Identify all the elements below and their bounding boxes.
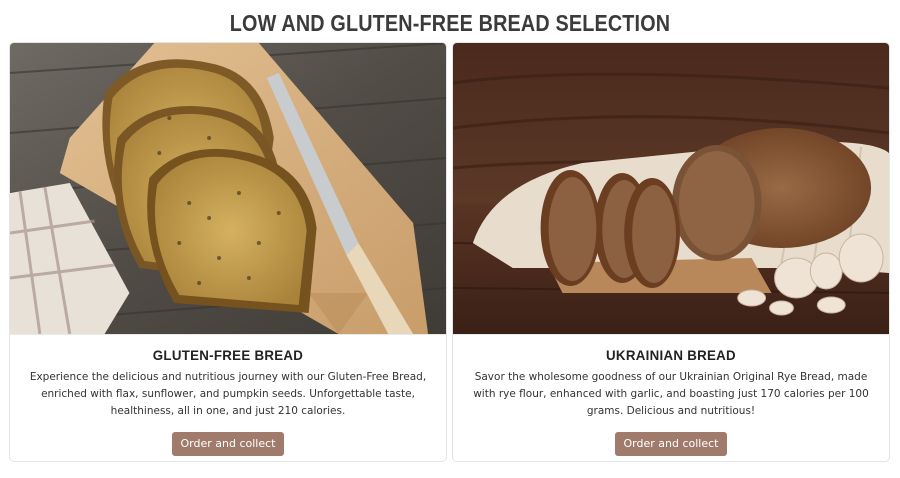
- order-and-collect-button[interactable]: Order and collect: [171, 432, 285, 456]
- rye-bread-photo-icon: [453, 43, 889, 334]
- product-cards: GLUTEN-FREE BREAD Experience the delicio…: [9, 42, 891, 462]
- page-title: LOW AND GLUTEN-FREE BREAD SELECTION: [229, 10, 671, 36]
- gluten-free-bread-image: [10, 43, 446, 335]
- card-body: GLUTEN-FREE BREAD Experience the delicio…: [10, 335, 446, 456]
- product-title: UKRAINIAN BREAD: [606, 347, 736, 363]
- product-card-ukrainian: UKRAINIAN BREAD Savor the wholesome good…: [452, 42, 890, 462]
- order-and-collect-button[interactable]: Order and collect: [614, 432, 728, 456]
- product-card-gluten-free: GLUTEN-FREE BREAD Experience the delicio…: [9, 42, 447, 462]
- card-body: UKRAINIAN BREAD Savor the wholesome good…: [453, 335, 889, 456]
- product-description: Experience the delicious and nutritious …: [29, 371, 427, 417]
- product-title: GLUTEN-FREE BREAD: [152, 347, 304, 363]
- product-description: Savor the wholesome goodness of our Ukra…: [473, 371, 869, 417]
- seeded-bread-photo-icon: [10, 43, 446, 334]
- ukrainian-bread-image: [453, 43, 889, 335]
